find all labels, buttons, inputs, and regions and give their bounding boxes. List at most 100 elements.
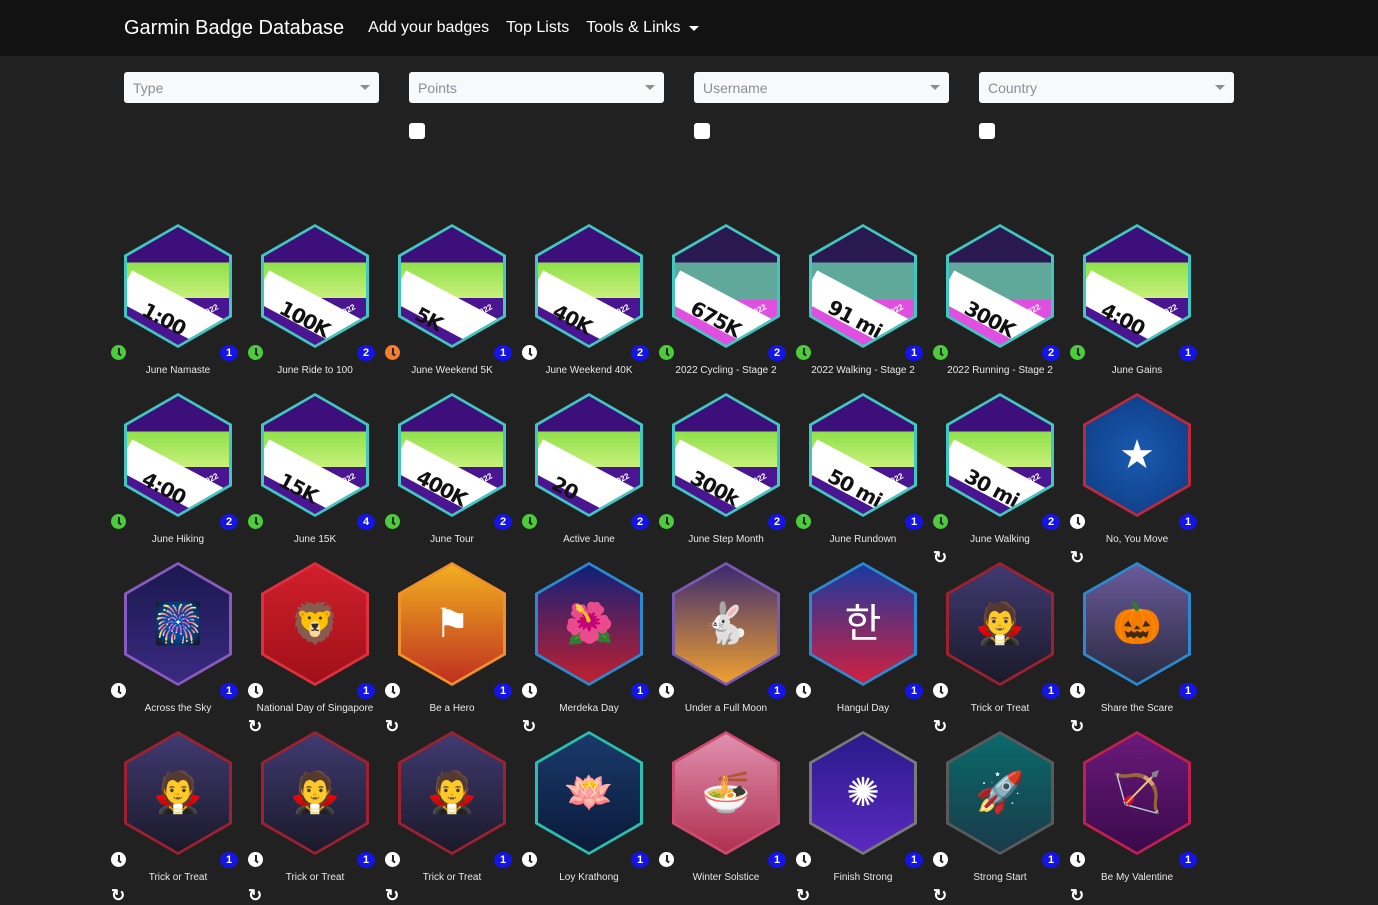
badge-name[interactable]: June Step Month — [656, 534, 796, 545]
badge-image[interactable]: 91 mi 2022 — [809, 224, 917, 348]
badge-image[interactable]: 100K 2022 — [261, 224, 369, 348]
badge-image[interactable]: 50 mi 2022 — [809, 393, 917, 517]
badge-name[interactable]: Trick or Treat — [930, 703, 1070, 714]
nav-add-badges[interactable]: Add your badges — [368, 19, 489, 37]
badge-image[interactable]: ⚑ — [398, 562, 506, 686]
badge-name[interactable]: Merdeka Day — [519, 703, 659, 714]
brand-link[interactable]: Garmin Badge Database — [124, 17, 344, 40]
badge-name[interactable]: Trick or Treat — [382, 872, 522, 883]
badge-image[interactable]: 🍜 — [672, 731, 780, 855]
badge-image[interactable]: 한 — [809, 562, 917, 686]
badge-image[interactable]: 40K 2022 — [535, 224, 643, 348]
badge-name[interactable]: June Tour — [382, 534, 522, 545]
badge-image[interactable]: 400K 2022 — [398, 393, 506, 517]
badge-points-count: 1 — [1179, 683, 1197, 699]
badge-name[interactable]: Under a Full Moon — [656, 703, 796, 714]
badge-image[interactable]: 300k 2022 — [672, 393, 780, 517]
country-select[interactable]: Country — [979, 72, 1234, 103]
badge-image[interactable]: 30 mi 2022 — [946, 393, 1054, 517]
badge-points-count: 1 — [494, 852, 512, 868]
badge-image[interactable]: ★ — [1083, 393, 1191, 517]
badge-image[interactable]: 300K 2022 — [946, 224, 1054, 348]
badge-name[interactable]: No, You Move — [1067, 534, 1207, 545]
nav-tools-links-dropdown[interactable]: Tools & Links — [586, 19, 699, 37]
badge-name[interactable]: June Gains — [1067, 365, 1207, 376]
badge-image[interactable]: 5K 2022 — [398, 224, 506, 348]
clock-icon — [1070, 683, 1085, 698]
badge-image[interactable]: 🧛 — [398, 731, 506, 855]
badge-points-count: 1 — [905, 852, 923, 868]
badge-points-count: 2 — [357, 345, 375, 361]
username-select[interactable]: Username — [694, 72, 949, 103]
badge-image[interactable]: 🪷 — [535, 731, 643, 855]
badge-name[interactable]: Trick or Treat — [245, 872, 385, 883]
badge-name[interactable]: June Walking — [930, 534, 1070, 545]
badge-image[interactable]: 🚀 — [946, 731, 1054, 855]
badge-image[interactable]: 🧛 — [261, 731, 369, 855]
badge-image[interactable]: 1:00 2022 — [124, 224, 232, 348]
badge-image[interactable]: 🧛 — [946, 562, 1054, 686]
clock-icon — [796, 514, 811, 529]
badge-name[interactable]: Trick or Treat — [108, 872, 248, 883]
badge-points-count: 1 — [631, 683, 649, 699]
badge-image[interactable]: 🎃 — [1083, 562, 1191, 686]
badge-image[interactable]: ✺ — [809, 731, 917, 855]
badge-card: 300K 2022 2 2022 Running - Stage 2 — [930, 222, 1067, 391]
badge-name[interactable]: 2022 Walking - Stage 2 — [793, 365, 933, 376]
badge-card: 🧛 1 Trick or Treat ↻ — [245, 729, 385, 904]
badge-meta-row: 1 — [385, 852, 512, 868]
badge-image[interactable]: 🏹 — [1083, 731, 1191, 855]
badge-card: 40K 2022 2 June Weekend 40K — [519, 222, 656, 391]
badge-points-count: 2 — [768, 345, 786, 361]
badge-illustration-icon: 🎃 — [1112, 602, 1162, 646]
badge-name[interactable]: June Weekend 5K — [382, 365, 522, 376]
badge-name[interactable]: June Rundown — [793, 534, 933, 545]
badge-name[interactable]: June Hiking — [108, 534, 248, 545]
username-checkbox[interactable] — [694, 123, 710, 139]
badge-name[interactable]: Strong Start — [930, 872, 1070, 883]
badge-image[interactable]: 4:00 2022 — [124, 393, 232, 517]
filter-type: Type — [124, 72, 379, 139]
badge-name[interactable]: Share the Scare — [1067, 703, 1207, 714]
badge-name[interactable]: Hangul Day — [793, 703, 933, 714]
badge-name[interactable]: National Day of Singapore — [245, 703, 385, 714]
badge-meta-row: 1 — [796, 345, 923, 361]
badge-image[interactable]: 4:00 2022 — [1083, 224, 1191, 348]
badge-illustration-icon: 🧛 — [290, 771, 340, 815]
badge-name[interactable]: Finish Strong — [793, 872, 933, 883]
badge-meta-row: 1 — [1070, 852, 1197, 868]
badge-points-count: 1 — [357, 683, 375, 699]
points-checkbox[interactable] — [409, 123, 425, 139]
badge-name[interactable]: Be My Valentine — [1067, 872, 1207, 883]
badge-name[interactable]: June Ride to 100 — [245, 365, 385, 376]
badge-name[interactable]: June Weekend 40K — [519, 365, 659, 376]
badge-image[interactable]: 🦁 — [261, 562, 369, 686]
badge-card: 15K 2022 4 June 15K — [245, 391, 382, 560]
clock-icon — [248, 345, 263, 360]
clock-icon — [385, 514, 400, 529]
badge-name[interactable]: 2022 Running - Stage 2 — [930, 365, 1070, 376]
nav-top-lists[interactable]: Top Lists — [506, 19, 569, 37]
type-select[interactable]: Type — [124, 72, 379, 103]
badge-image[interactable]: 🌺 — [535, 562, 643, 686]
badge-points-count: 1 — [905, 683, 923, 699]
badge-name[interactable]: Loy Krathong — [519, 872, 659, 883]
badge-name[interactable]: 2022 Cycling - Stage 2 — [656, 365, 796, 376]
chevron-down-icon — [360, 85, 370, 90]
badge-name[interactable]: Be a Hero — [382, 703, 522, 714]
points-select[interactable]: Points — [409, 72, 664, 103]
badge-image[interactable]: 675K 2022 — [672, 224, 780, 348]
badge-name[interactable]: June Namaste — [108, 365, 248, 376]
badge-meta-row: 2 — [111, 514, 238, 530]
badge-image[interactable]: 20 2022 — [535, 393, 643, 517]
badge-name[interactable]: Active June — [519, 534, 659, 545]
badge-image[interactable]: 🎆 — [124, 562, 232, 686]
badge-image[interactable]: 🧛 — [124, 731, 232, 855]
country-checkbox[interactable] — [979, 123, 995, 139]
badge-name[interactable]: Winter Solstice — [656, 872, 796, 883]
badge-name[interactable]: June 15K — [245, 534, 385, 545]
badge-image[interactable]: 15K 2022 — [261, 393, 369, 517]
badge-image[interactable]: 🐇 — [672, 562, 780, 686]
badge-name[interactable]: Across the Sky — [108, 703, 248, 714]
country-checkbox-label — [1007, 124, 1011, 139]
